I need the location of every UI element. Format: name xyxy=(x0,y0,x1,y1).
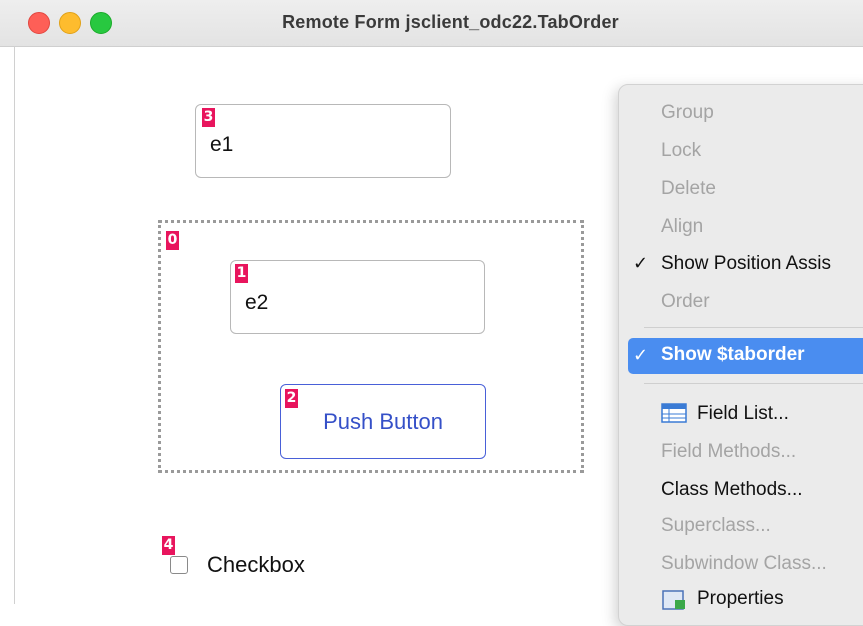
menu-item-field-list[interactable]: Field List... xyxy=(697,403,789,425)
menu-item-superclass[interactable]: Superclass... xyxy=(661,515,771,537)
menu-item-label: Show $taborder xyxy=(661,344,805,365)
title-bar: Remote Form jsclient_odc22.TabOrder xyxy=(0,0,863,47)
context-menu: Group Lock Delete Align ✓ Show Position … xyxy=(618,84,863,626)
window-border xyxy=(14,46,15,604)
menu-item-align[interactable]: Align xyxy=(661,216,703,238)
taborder-badge: 4 xyxy=(162,536,175,555)
menu-separator xyxy=(644,327,863,328)
push-button-label: Push Button xyxy=(323,409,443,434)
menu-item-order[interactable]: Order xyxy=(661,291,710,313)
checkbox[interactable] xyxy=(170,556,188,574)
checkmark-icon: ✓ xyxy=(633,253,649,273)
window-title: Remote Form jsclient_odc22.TabOrder xyxy=(282,12,619,32)
menu-item-group[interactable]: Group xyxy=(661,102,714,124)
taborder-badge: 3 xyxy=(202,108,215,127)
properties-icon xyxy=(662,590,685,610)
entry-field-e1[interactable]: e1 xyxy=(195,104,451,178)
checkbox-label[interactable]: Checkbox xyxy=(207,552,305,578)
field-list-icon xyxy=(661,403,687,423)
menu-item-properties[interactable]: Properties xyxy=(697,588,784,610)
menu-item-lock[interactable]: Lock xyxy=(661,140,701,162)
taborder-badge: 2 xyxy=(285,389,298,408)
menu-item-show-taborder[interactable]: ✓ Show $taborder xyxy=(628,338,863,374)
taborder-badge: 0 xyxy=(166,231,179,250)
checkmark-icon: ✓ xyxy=(633,345,649,365)
field-value: e2 xyxy=(245,291,269,314)
menu-item-field-methods[interactable]: Field Methods... xyxy=(661,441,796,463)
menu-item-class-methods[interactable]: Class Methods... xyxy=(661,479,803,501)
menu-item-delete[interactable]: Delete xyxy=(661,178,716,200)
menu-item-subwindow-class[interactable]: Subwindow Class... xyxy=(661,553,827,575)
menu-item-show-position-assistant[interactable]: Show Position Assis xyxy=(661,253,831,275)
field-value: e1 xyxy=(210,133,234,156)
entry-field-e2[interactable]: e2 xyxy=(230,260,485,334)
taborder-badge: 1 xyxy=(235,264,248,283)
push-button[interactable]: Push Button xyxy=(280,384,486,459)
menu-separator xyxy=(644,383,863,384)
